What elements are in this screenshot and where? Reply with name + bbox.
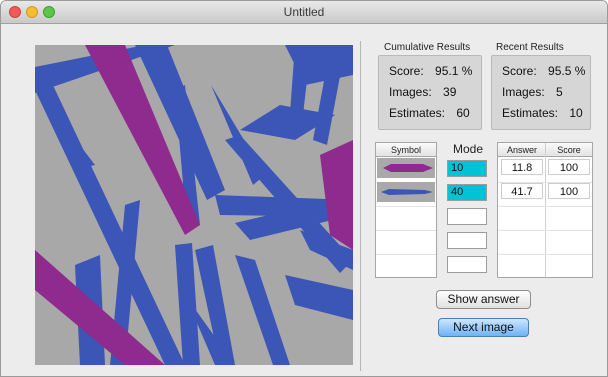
cumulative-results-box: Score: 95.1 % Images: 39 Estimates: 60 <box>378 55 482 130</box>
recent-images-row: Images: 5 <box>502 85 563 99</box>
recent-estimates-row: Estimates: 10 <box>502 106 583 120</box>
recent-estimates-value: 10 <box>569 106 583 120</box>
recent-score-row: Score: 95.5 % <box>502 64 585 78</box>
recent-results-heading: Recent Results <box>496 42 564 53</box>
table-row-divider <box>498 254 592 255</box>
recent-results-box: Score: 95.5 % Images: 5 Estimates: 10 <box>491 55 591 130</box>
mode-column-header: Mode <box>453 142 484 156</box>
cumulative-images-label: Images: <box>389 85 432 99</box>
mode-input-1[interactable]: 10 <box>447 160 487 177</box>
table-row-divider <box>498 230 592 231</box>
cumulative-score-label: Score: <box>389 64 424 78</box>
recent-images-value: 5 <box>556 85 563 99</box>
cumulative-estimates-label: Estimates: <box>389 106 446 120</box>
title-bar: Untitled <box>1 1 607 24</box>
next-image-button[interactable]: Next image <box>438 318 529 337</box>
cumulative-score-value: 95.1 % <box>435 64 473 78</box>
answer-cell: 41.7 <box>501 183 543 199</box>
score-cell: 100 <box>548 183 590 199</box>
table-row-divider <box>376 254 436 255</box>
recent-estimates-label: Estimates: <box>502 106 559 120</box>
cumulative-estimates-row: Estimates: 60 <box>389 106 470 120</box>
symbol-column-header: Symbol <box>376 143 436 157</box>
answer-column-header: Answer <box>498 143 546 157</box>
recent-images-label: Images: <box>502 85 545 99</box>
cumulative-score-row: Score: 95.1 % <box>389 64 472 78</box>
window-title: Untitled <box>283 5 325 19</box>
mode-input-5[interactable] <box>447 256 487 273</box>
cumulative-images-row: Images: 39 <box>389 85 456 99</box>
score-cell: 100 <box>548 159 590 175</box>
stimulus-image <box>35 45 353 365</box>
symbol-row[interactable] <box>377 182 435 202</box>
panel-divider <box>360 41 361 371</box>
table-row-divider <box>498 206 592 207</box>
answer-cell: 11.8 <box>501 159 543 175</box>
mode-input-4[interactable] <box>447 232 487 249</box>
cumulative-images-value: 39 <box>443 85 457 99</box>
mode-input-2[interactable]: 40 <box>447 184 487 201</box>
recent-score-value: 95.5 % <box>548 64 586 78</box>
show-answer-button[interactable]: Show answer <box>436 290 531 309</box>
score-column-header: Score <box>546 143 592 157</box>
column-divider <box>545 143 546 277</box>
purple-bar-icon <box>383 164 433 172</box>
cumulative-results-heading: Cumulative Results <box>384 42 471 53</box>
mode-input-3[interactable] <box>447 208 487 225</box>
symbol-row[interactable] <box>377 158 435 178</box>
table-row-divider <box>376 206 436 207</box>
recent-score-label: Score: <box>502 64 537 78</box>
blue-bar-icon <box>381 189 433 195</box>
app-window: Untitled Cumulative Results Score: 95.1 … <box>0 0 608 377</box>
table-row-divider <box>376 230 436 231</box>
cumulative-estimates-value: 60 <box>456 106 470 120</box>
